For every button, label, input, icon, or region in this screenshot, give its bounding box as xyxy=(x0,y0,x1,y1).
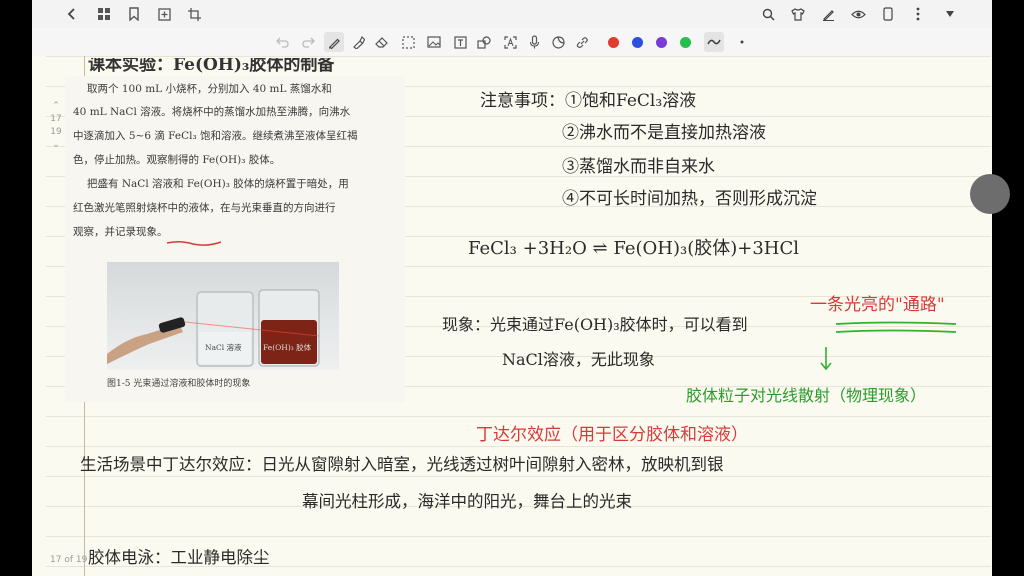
nacl-label: NaCl 溶液 xyxy=(205,343,242,352)
experiment-photo: NaCl 溶液 Fe(OH)₃ 胶体 xyxy=(107,262,339,370)
sticker-icon[interactable] xyxy=(548,32,568,52)
book-line: 取两个 100 mL 小烧杯，分别加入 40 mL 蒸馏水和 xyxy=(87,83,332,95)
caution-line: 注意事项：①饱和FeCl₃溶液 xyxy=(480,91,697,111)
floating-action-button[interactable] xyxy=(970,174,1010,214)
caution-line: ④不可长时间加热，否则形成沉淀 xyxy=(562,189,817,209)
undo-icon[interactable] xyxy=(272,32,292,52)
life-examples-line: 生活场景中丁达尔效应：日光从窗隙射入暗室，光线透过树叶间隙射入密林，放映机到银 xyxy=(80,455,724,474)
page-scroll-indicator[interactable]: ⌃ 17 19 ⌄ xyxy=(47,100,65,152)
caution-line: ③蒸馏水而非自来水 xyxy=(562,157,715,177)
pen-icon[interactable] xyxy=(324,32,344,52)
phenomenon-line: NaCl溶液，无此现象 xyxy=(502,350,655,369)
heart-icon[interactable] xyxy=(940,4,960,24)
color-swatch-green[interactable] xyxy=(680,37,691,48)
color-swatch-blue[interactable] xyxy=(632,37,643,48)
page-count: 17 of 19 xyxy=(50,555,88,565)
life-examples-line: 幕间光柱形成，海洋中的阳光，舞台上的光束 xyxy=(302,492,632,511)
textbook-excerpt: 取两个 100 mL 小烧杯，分别加入 40 mL 蒸馏水和 40 mL NaC… xyxy=(65,76,405,402)
page-indicator-top: 17 xyxy=(50,114,62,124)
add-page-icon[interactable] xyxy=(154,4,174,24)
mic-icon[interactable] xyxy=(524,32,544,52)
green-underline-mark xyxy=(835,321,957,333)
phenomenon-line: 现象：光束通过Fe(OH)₃胶体时，可以看到 xyxy=(442,315,748,334)
book-line: 观察，并记录现象。 xyxy=(73,226,168,238)
book-line: 把盛有 NaCl 溶液和 Fe(OH)₃ 胶体的烧杯置于暗处，用 xyxy=(87,178,349,190)
lasso-icon[interactable] xyxy=(398,32,418,52)
phenomenon-highlight: 一条光亮的"通路" xyxy=(810,295,945,315)
grid-icon[interactable] xyxy=(94,4,114,24)
reaction-equation: FeCl₃ +3H₂O ⇌ Fe(OH)₃(胶体)+3HCl xyxy=(468,238,800,259)
book-line: 40 mL NaCl 溶液。将烧杯中的蒸馏水加热至沸腾，向沸水 xyxy=(73,106,351,118)
left-letterbox xyxy=(0,0,32,576)
chevron-left-icon[interactable] xyxy=(62,4,82,24)
text-icon[interactable] xyxy=(450,32,470,52)
more-vertical-icon[interactable] xyxy=(908,4,928,24)
color-swatch-purple[interactable] xyxy=(656,37,667,48)
eye-icon[interactable] xyxy=(848,4,868,24)
tablet-icon[interactable] xyxy=(878,4,898,24)
crop-icon[interactable] xyxy=(184,4,204,24)
book-line: 红色激光笔照射烧杯中的液体，在与光束垂直的方向进行 xyxy=(73,202,336,214)
caution-line: ②沸水而不是直接加热溶液 xyxy=(562,123,766,143)
page-indicator-mid: 19 xyxy=(50,127,62,137)
shirt-icon[interactable] xyxy=(788,4,808,24)
redo-icon[interactable] xyxy=(298,32,318,52)
search-icon[interactable] xyxy=(758,4,778,24)
book-line: 中逐滴加入 5~6 滴 FeCl₃ 饱和溶液。继续煮沸至液体呈红褐 xyxy=(73,130,358,142)
chevron-up-icon[interactable]: ⌃ xyxy=(47,100,65,113)
eraser-icon[interactable] xyxy=(372,32,392,52)
note-page[interactable]: ⌃ 17 19 ⌄ 课本实验：Fe(OH)₃胶体的制备 取两个 100 mL 小… xyxy=(32,56,992,576)
shape-icon[interactable] xyxy=(474,32,494,52)
red-underline-mark xyxy=(166,240,222,246)
tyndall-effect-note: 丁达尔效应（用于区分胶体和溶液） xyxy=(476,425,748,445)
drawing-toolbar xyxy=(32,28,992,57)
top-bar xyxy=(32,0,992,29)
link-icon[interactable] xyxy=(572,32,592,52)
bookmark-icon[interactable] xyxy=(124,4,144,24)
color-swatch-red[interactable] xyxy=(608,37,619,48)
book-line: 色，停止加热。观察制得的 Fe(OH)₃ 胶体。 xyxy=(73,154,281,166)
chevron-down-icon[interactable]: ⌄ xyxy=(47,139,65,152)
highlighter-icon[interactable] xyxy=(348,32,368,52)
colloid-label: Fe(OH)₃ 胶体 xyxy=(263,343,312,352)
notes-app: ⌃ 17 19 ⌄ 课本实验：Fe(OH)₃胶体的制备 取两个 100 mL 小… xyxy=(32,0,992,576)
stroke-style-icon[interactable] xyxy=(704,32,724,52)
right-letterbox xyxy=(992,0,1024,576)
image-icon[interactable] xyxy=(424,32,444,52)
pen-settings-icon[interactable] xyxy=(818,4,838,24)
arrow-down-icon xyxy=(820,347,832,371)
scattering-note: 胶体粒子对光线散射（物理现象） xyxy=(686,386,927,405)
stroke-size-icon[interactable] xyxy=(732,32,752,52)
ocr-icon[interactable] xyxy=(500,32,520,52)
figure-caption: 图1-5 光束通过溶液和胶体时的现象 xyxy=(107,379,251,389)
electrophoresis-note: 胶体电泳：工业静电除尘 xyxy=(88,548,270,567)
